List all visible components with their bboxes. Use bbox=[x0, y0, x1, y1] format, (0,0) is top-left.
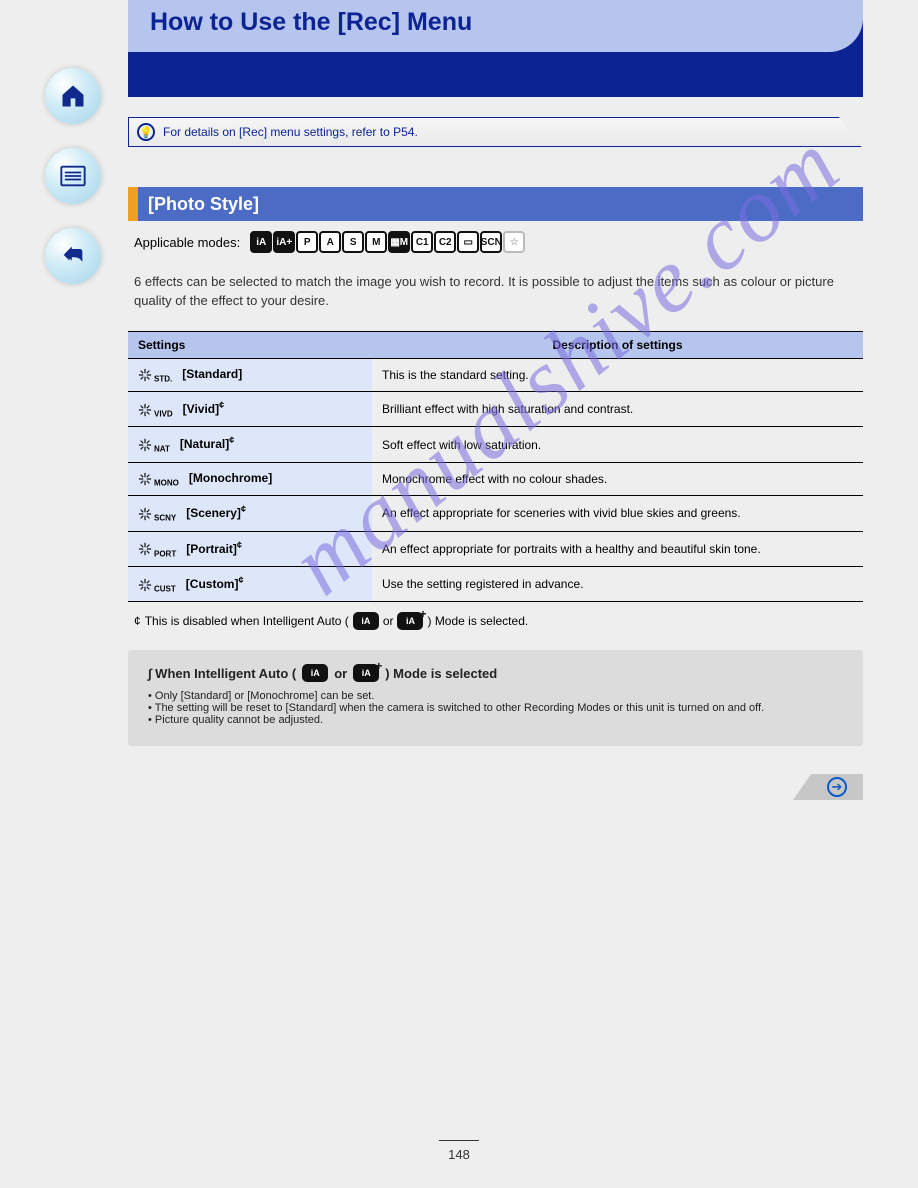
ia-plus-icon: iA bbox=[397, 612, 423, 630]
chapter-title: How to Use the [Rec] Menu bbox=[150, 8, 472, 36]
table-row: VIVD [Vivid]¢Brilliant effect with high … bbox=[128, 392, 863, 427]
table-row: MONO [Monochrome]Monochrome effect with … bbox=[128, 462, 863, 495]
column-settings: Settings bbox=[128, 331, 372, 358]
arrow-right-icon: ➔ bbox=[827, 777, 847, 797]
mode-icon: C1 bbox=[411, 231, 433, 253]
mode-icon: iA bbox=[250, 231, 272, 253]
mode-icon: iA+ bbox=[273, 231, 295, 253]
ia-icon: iA bbox=[353, 612, 379, 630]
mode-icon: P bbox=[296, 231, 318, 253]
mode-icon: ▦M bbox=[388, 231, 410, 253]
mode-icon: M bbox=[365, 231, 387, 253]
tip-text: For details on [Rec] menu settings, refe… bbox=[163, 125, 418, 139]
chapter-banner: How to Use the [Rec] Menu bbox=[128, 0, 863, 97]
next-page-button[interactable]: ➔ bbox=[793, 774, 863, 800]
mode-icon: C2 bbox=[434, 231, 456, 253]
settings-table: Settings Description of settings STD. [S… bbox=[128, 331, 863, 603]
ia-plus-icon: iA bbox=[353, 664, 379, 682]
mode-icon: A bbox=[319, 231, 341, 253]
modes-label: Applicable modes: bbox=[134, 235, 240, 250]
sidebar-nav bbox=[45, 68, 101, 284]
table-row: CUST [Custom]¢Use the setting registered… bbox=[128, 567, 863, 602]
table-row: PORT [Portrait]¢An effect appropriate fo… bbox=[128, 531, 863, 566]
mode-icon: ▭ bbox=[457, 231, 479, 253]
column-description: Description of settings bbox=[372, 331, 863, 358]
callout-box: ∫ When Intelligent Auto ( iA or iA ) Mod… bbox=[128, 650, 863, 746]
menu-icon[interactable] bbox=[45, 148, 101, 204]
applicable-modes: Applicable modes: iAiA+PASM▦MC1C2▭SCN☆ bbox=[128, 231, 863, 253]
table-row: SCNY [Scenery]¢An effect appropriate for… bbox=[128, 496, 863, 531]
back-icon[interactable] bbox=[45, 228, 101, 284]
section-heading: [Photo Style] bbox=[128, 187, 863, 221]
ia-icon: iA bbox=[302, 664, 328, 682]
table-row: STD. [Standard]This is the standard sett… bbox=[128, 358, 863, 391]
table-row: NAT [Natural]¢Soft effect with low satur… bbox=[128, 427, 863, 462]
mode-icon: ☆ bbox=[503, 231, 525, 253]
mode-icon: SCN bbox=[480, 231, 502, 253]
footnote: ¢ This is disabled when Intelligent Auto… bbox=[128, 612, 863, 630]
tip-icon: 💡 bbox=[137, 123, 155, 141]
mode-icon: S bbox=[342, 231, 364, 253]
section-description: 6 effects can be selected to match the i… bbox=[128, 273, 863, 311]
page-number: 148 bbox=[439, 1140, 479, 1162]
home-icon[interactable] bbox=[45, 68, 101, 124]
tip-bar: 💡 For details on [Rec] menu settings, re… bbox=[128, 117, 863, 147]
